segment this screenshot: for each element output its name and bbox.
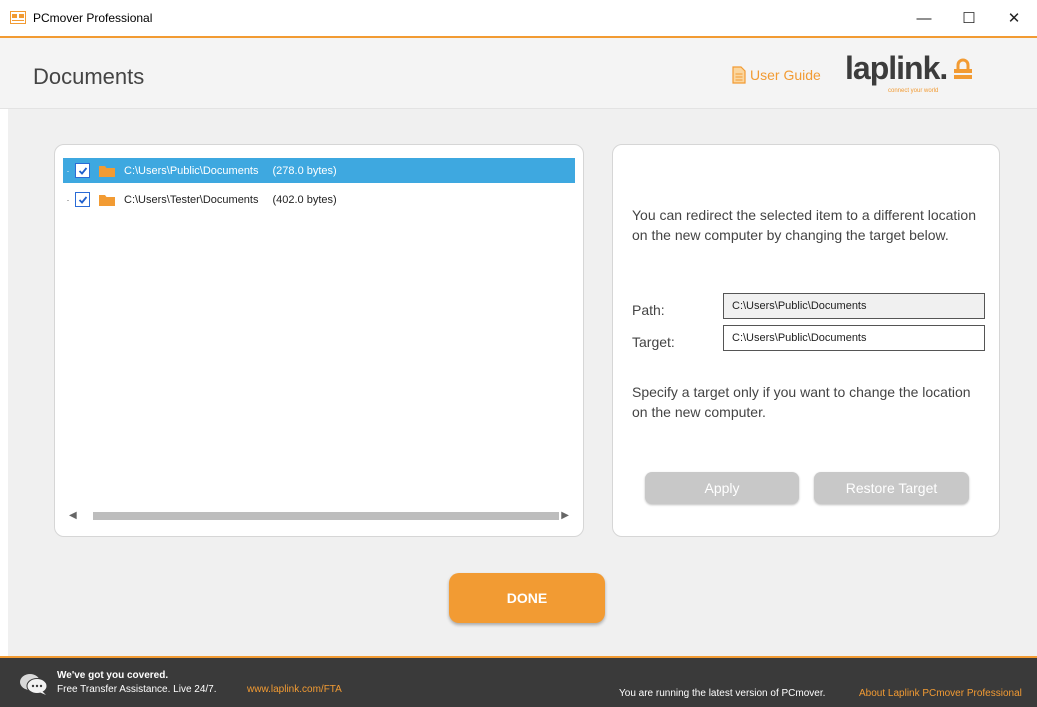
- page-header: Documents User Guide laplink. connect yo…: [0, 38, 1037, 109]
- minimize-icon: —: [916, 9, 932, 27]
- folder-icon: [99, 194, 115, 206]
- logo-tagline: connect your world: [888, 88, 939, 94]
- assistance-title: We've got you covered.: [57, 670, 169, 681]
- about-link[interactable]: About Laplink PCmover Professional: [859, 688, 1022, 699]
- folder-tree-panel: · C:\Users\Public\Documents (278.0 bytes…: [54, 144, 584, 537]
- footer-bar: We've got you covered. Free Transfer Ass…: [0, 656, 1037, 707]
- scrollbar-thumb[interactable]: [93, 512, 559, 520]
- scroll-left-icon[interactable]: ◀: [69, 510, 77, 521]
- folder-icon: [99, 165, 115, 177]
- redirect-description: You can redirect the selected item to a …: [632, 207, 976, 243]
- target-hint: Specify a target only if you want to cha…: [632, 384, 971, 420]
- apply-button[interactable]: Apply: [645, 472, 799, 504]
- redirect-panel: You can redirect the selected item to a …: [612, 144, 1000, 537]
- page-title: Documents: [33, 64, 145, 89]
- version-status: You are running the latest version of PC…: [619, 688, 826, 699]
- maximize-icon: ☐: [962, 10, 976, 27]
- horizontal-scrollbar[interactable]: ◀ ▶: [69, 510, 569, 522]
- document-icon: [732, 66, 746, 84]
- expand-icon[interactable]: ·: [63, 166, 73, 176]
- lock-icon: [954, 58, 973, 79]
- checkmark-icon: [78, 195, 87, 204]
- path-label: Path:: [632, 302, 665, 318]
- chat-icon: [20, 674, 48, 695]
- tree-item[interactable]: · C:\Users\Public\Documents (278.0 bytes…: [63, 158, 575, 183]
- close-button[interactable]: ✕: [991, 0, 1037, 36]
- expand-icon[interactable]: ·: [63, 195, 73, 205]
- laplink-logo: laplink. connect your world: [845, 50, 974, 94]
- user-guide-label: User Guide: [750, 67, 821, 83]
- close-icon: ✕: [1007, 10, 1021, 27]
- minimize-button[interactable]: —: [901, 0, 947, 36]
- item-path: C:\Users\Public\Documents: [124, 164, 259, 177]
- main-content: · C:\Users\Public\Documents (278.0 bytes…: [8, 109, 1037, 656]
- path-field: C:\Users\Public\Documents: [723, 293, 985, 319]
- item-checkbox[interactable]: [75, 163, 90, 178]
- item-checkbox[interactable]: [75, 192, 90, 207]
- item-size: (402.0 bytes): [272, 193, 337, 206]
- item-path: C:\Users\Tester\Documents: [124, 193, 259, 206]
- fta-link[interactable]: www.laplink.com/FTA: [247, 684, 342, 695]
- assistance-subtitle: Free Transfer Assistance. Live 24/7.: [57, 684, 217, 695]
- window-title: PCmover Professional: [33, 11, 153, 25]
- user-guide-link[interactable]: User Guide: [732, 66, 821, 84]
- logo-text: laplink.: [845, 50, 948, 86]
- target-input[interactable]: C:\Users\Public\Documents: [723, 325, 985, 351]
- target-label: Target:: [632, 334, 675, 350]
- maximize-button[interactable]: ☐: [946, 0, 992, 36]
- title-bar: PCmover Professional — ☐ ✕: [0, 0, 1037, 38]
- tree-item[interactable]: · C:\Users\Tester\Documents (402.0 bytes…: [63, 187, 337, 212]
- app-icon: [10, 11, 26, 24]
- item-size: (278.0 bytes): [272, 164, 337, 177]
- checkmark-icon: [78, 166, 87, 175]
- scroll-right-icon[interactable]: ▶: [561, 510, 569, 521]
- restore-target-button[interactable]: Restore Target: [814, 472, 969, 504]
- done-button[interactable]: DONE: [449, 573, 605, 623]
